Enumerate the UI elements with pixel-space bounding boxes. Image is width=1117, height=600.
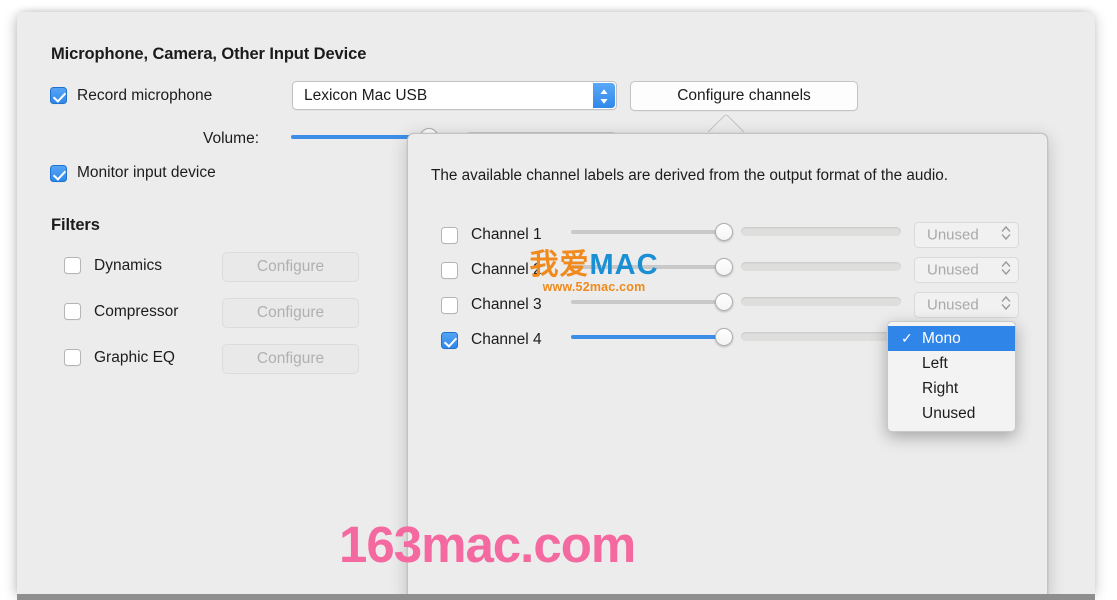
channel-2-slider-knob[interactable]	[715, 258, 733, 276]
channel-1-checkbox[interactable]	[441, 227, 458, 244]
channel-1-slider-knob[interactable]	[715, 223, 733, 241]
page-title-filters: Filters	[51, 216, 100, 234]
volume-label: Volume:	[203, 130, 260, 147]
filter-graphic-eq-checkbox[interactable]	[64, 349, 81, 366]
input-device-combo[interactable]: Lexicon Mac USB	[292, 81, 617, 110]
popover-arrow	[703, 112, 747, 135]
channel-1-assignment-value: Unused	[927, 226, 979, 244]
channel-3-slider-track	[571, 300, 733, 304]
record-microphone-checkbox[interactable]	[50, 87, 67, 104]
channel-3-level-meter	[741, 297, 901, 306]
channel-4-level-meter	[741, 332, 901, 341]
channel-1-level-meter	[741, 227, 901, 236]
filter-compressor-checkbox[interactable]	[64, 303, 81, 320]
channel-2-assignment-value: Unused	[927, 261, 979, 279]
menu-item-left-label: Left	[922, 355, 948, 372]
chevron-up-down-icon	[1001, 296, 1011, 315]
channel-2-checkbox[interactable]	[441, 262, 458, 279]
record-microphone-label: Record microphone	[77, 87, 213, 104]
channel-3-gain-slider[interactable]	[571, 293, 733, 311]
channel-3-assignment-popup[interactable]: Unused	[914, 292, 1019, 318]
filter-compressor-label: Compressor	[94, 303, 179, 320]
channel-4-slider-knob[interactable]	[715, 328, 733, 346]
input-device-combo-value: Lexicon Mac USB	[304, 86, 428, 104]
checkmark-icon: ✓	[901, 330, 913, 346]
channel-2-slider-track	[571, 265, 733, 269]
stepper-up-down-icon[interactable]	[593, 83, 615, 108]
channel-4-label: Channel 4	[471, 331, 542, 348]
menu-item-unused[interactable]: Unused	[888, 401, 1015, 426]
channel-4-checkbox[interactable]	[441, 332, 458, 349]
filter-compressor-configure-button[interactable]: Configure	[222, 298, 359, 328]
channel-assignment-dropdown-menu[interactable]: ✓ Mono Left Right Unused	[887, 321, 1016, 432]
chevron-up-down-icon	[1001, 261, 1011, 280]
channel-2-gain-slider[interactable]	[571, 258, 733, 276]
window-bottom-edge	[17, 594, 1095, 600]
filter-dynamics-checkbox[interactable]	[64, 257, 81, 274]
menu-item-left[interactable]: Left	[888, 351, 1015, 376]
filter-dynamics-configure-button[interactable]: Configure	[222, 252, 359, 282]
popover-description: The available channel labels are derived…	[431, 167, 949, 184]
channel-2-assignment-popup[interactable]: Unused	[914, 257, 1019, 283]
channel-3-checkbox[interactable]	[441, 297, 458, 314]
filter-dynamics-label: Dynamics	[94, 257, 163, 274]
channel-3-assignment-value: Unused	[927, 296, 979, 314]
configure-channels-button[interactable]: Configure channels	[630, 81, 858, 111]
channel-2-label: Channel 2	[471, 261, 542, 278]
channel-3-slider-knob[interactable]	[715, 293, 733, 311]
filter-graphic-eq-configure-button[interactable]: Configure	[222, 344, 359, 374]
chevron-up-down-icon	[1001, 226, 1011, 245]
channel-4-gain-slider[interactable]	[571, 328, 733, 346]
menu-item-right[interactable]: Right	[888, 376, 1015, 401]
channel-1-gain-slider[interactable]	[571, 223, 733, 241]
channel-4-slider-fill	[571, 335, 721, 339]
channel-1-label: Channel 1	[471, 226, 542, 243]
channel-2-level-meter	[741, 262, 901, 271]
menu-item-mono[interactable]: ✓ Mono	[888, 326, 1015, 351]
channel-3-label: Channel 3	[471, 296, 542, 313]
channel-1-slider-track	[571, 230, 733, 234]
menu-item-mono-label: Mono	[922, 330, 961, 347]
page-title-input-device: Microphone, Camera, Other Input Device	[51, 45, 367, 63]
monitor-input-device-checkbox[interactable]	[50, 165, 67, 182]
screenshot-root: Microphone, Camera, Other Input Device R…	[0, 0, 1117, 600]
channel-1-assignment-popup[interactable]: Unused	[914, 222, 1019, 248]
menu-item-right-label: Right	[922, 380, 959, 397]
filter-graphic-eq-label: Graphic EQ	[94, 349, 175, 366]
menu-item-unused-label: Unused	[922, 405, 976, 422]
monitor-input-device-label: Monitor input device	[77, 164, 216, 181]
